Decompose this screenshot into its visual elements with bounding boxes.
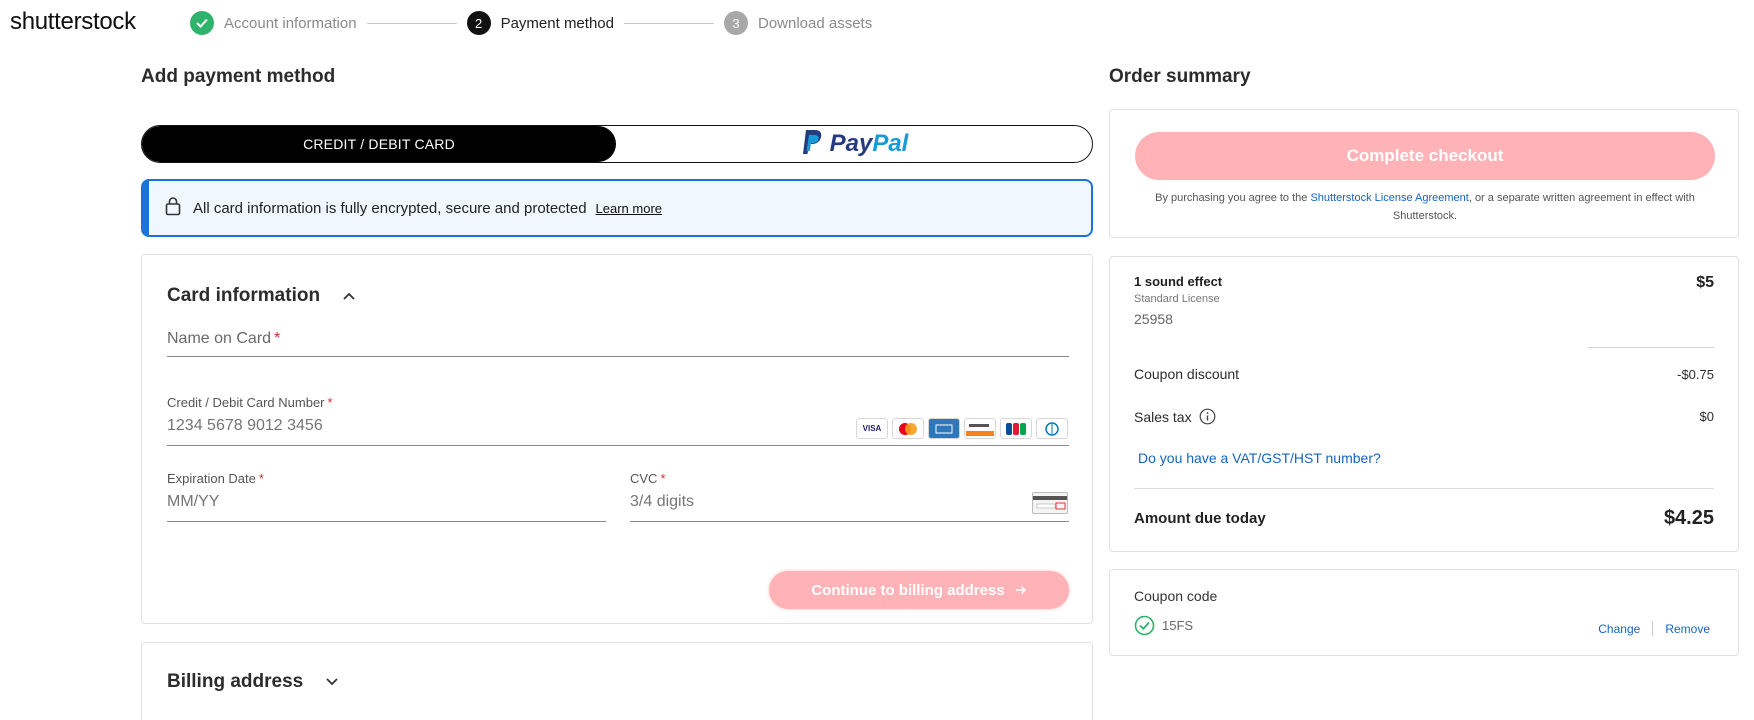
checkout-stepper: Account information 2 Payment method 3 D… <box>190 11 872 35</box>
card-information-panel: Card information Name on Card * Credit / … <box>141 254 1093 624</box>
step-download-assets: 3 Download assets <box>723 11 873 35</box>
item-license: Standard License <box>1134 293 1220 305</box>
arrow-right-icon <box>1015 585 1027 595</box>
amex-icon <box>928 418 960 439</box>
complete-checkout-button[interactable]: Complete checkout <box>1135 132 1715 180</box>
order-item-row: 1 sound effect Standard License 25958 $5 <box>1134 274 1714 327</box>
jcb-icon <box>1000 418 1032 439</box>
card-section-title: Card information <box>167 285 321 306</box>
step-label: Payment method <box>500 14 614 32</box>
expiration-date-input[interactable] <box>167 493 567 511</box>
step-number: 3 <box>723 11 748 35</box>
license-agreement-text: By purchasing you agree to the Shutterst… <box>1155 192 1695 222</box>
coupon-actions: Change Remove <box>1598 621 1710 636</box>
tab-paypal[interactable]: PayPal <box>616 126 1092 162</box>
continue-label: Continue to billing address <box>811 581 1005 599</box>
coupon-box: Coupon code 15FS Change Remove <box>1109 569 1739 656</box>
checkout-box: Complete checkout By purchasing you agre… <box>1109 109 1739 238</box>
chevron-up-icon <box>342 291 356 301</box>
item-title: 1 sound effect <box>1134 274 1223 289</box>
payment-method-toggle: CREDIT / DEBIT CARD PayPal <box>141 125 1093 163</box>
sales-tax-value: $0 <box>1699 409 1714 424</box>
coupon-code-label: Coupon code <box>1134 588 1218 604</box>
action-divider <box>1652 621 1654 636</box>
item-price: $5 <box>1696 274 1714 291</box>
step-number: 2 <box>466 11 491 35</box>
step-divider <box>366 22 457 24</box>
remove-coupon-link[interactable]: Remove <box>1665 622 1710 636</box>
check-icon <box>190 11 214 35</box>
tab-credit-debit-card[interactable]: CREDIT / DEBIT CARD <box>142 126 616 162</box>
check-circle-icon <box>1134 615 1155 636</box>
card-brand-icons: VISA <box>856 418 1068 439</box>
cvc-input[interactable] <box>630 493 970 511</box>
visa-icon: VISA <box>856 418 888 439</box>
cvc-card-icon <box>1032 492 1068 514</box>
paypal-word-pay: Pay <box>829 130 873 157</box>
applied-coupon: 15FS <box>1134 615 1193 636</box>
mastercard-icon <box>892 418 924 439</box>
paypal-logo-icon <box>800 128 824 161</box>
shutterstock-logo[interactable]: shutterstock <box>10 8 136 36</box>
continue-to-billing-button[interactable]: Continue to billing address <box>769 571 1069 609</box>
name-on-card-label: Name on Card * <box>167 330 281 347</box>
vat-number-link[interactable]: Do you have a VAT/GST/HST number? <box>1138 450 1381 466</box>
billing-address-panel: Billing address <box>141 642 1093 720</box>
card-number-input[interactable] <box>167 417 767 435</box>
vat-row: Do you have a VAT/GST/HST number? <box>1138 450 1714 466</box>
expiration-date-field[interactable] <box>167 485 606 522</box>
order-details-box: 1 sound effect Standard License 25958 $5… <box>1109 256 1739 552</box>
step-label: Account information <box>224 14 357 32</box>
license-agreement-link[interactable]: Shutterstock License Agreement <box>1310 192 1468 204</box>
cvc-field[interactable] <box>630 485 1069 522</box>
total-divider <box>1134 488 1714 489</box>
learn-more-link[interactable]: Learn more <box>596 201 662 216</box>
coupon-discount-row: Coupon discount -$0.75 <box>1134 366 1714 382</box>
name-on-card-field[interactable]: Name on Card * <box>167 319 1069 357</box>
sales-tax-row: Sales tax $0 <box>1134 408 1714 425</box>
coupon-code-value: 15FS <box>1162 618 1194 633</box>
billing-section-title: Billing address <box>167 671 304 692</box>
secure-text: All card information is fully encrypted,… <box>193 199 587 217</box>
item-divider <box>1588 347 1714 348</box>
item-id: 25958 <box>1134 311 1173 327</box>
payment-heading: Add payment method <box>141 66 336 87</box>
diners-club-icon <box>1036 418 1068 439</box>
secure-banner: All card information is fully encrypted,… <box>141 179 1093 237</box>
cvc-label: CVC * <box>630 471 666 486</box>
step-account-information: Account information <box>190 11 357 35</box>
paypal-word-pal: Pal <box>872 130 909 157</box>
chevron-down-icon <box>325 677 339 687</box>
coupon-discount-value: -$0.75 <box>1677 366 1714 382</box>
discover-icon <box>964 418 996 439</box>
card-section-header[interactable]: Card information <box>167 285 356 307</box>
order-summary-heading: Order summary <box>1109 66 1251 87</box>
step-divider <box>623 22 714 24</box>
change-coupon-link[interactable]: Change <box>1598 622 1640 636</box>
amount-due-value: $4.25 <box>1663 507 1714 529</box>
expiration-date-label: Expiration Date * <box>167 471 264 486</box>
step-payment-method: 2 Payment method <box>466 11 614 35</box>
coupon-discount-label: Coupon discount <box>1134 366 1240 382</box>
billing-section-header[interactable]: Billing address <box>167 671 339 693</box>
amount-due-row: Amount due today $4.25 <box>1134 507 1714 530</box>
lock-icon <box>165 196 181 221</box>
step-label: Download assets <box>757 14 873 32</box>
card-number-label: Credit / Debit Card Number * <box>167 395 333 410</box>
sales-tax-label: Sales tax <box>1134 408 1192 425</box>
info-icon[interactable] <box>1199 408 1216 425</box>
amount-due-label: Amount due today <box>1134 510 1266 527</box>
